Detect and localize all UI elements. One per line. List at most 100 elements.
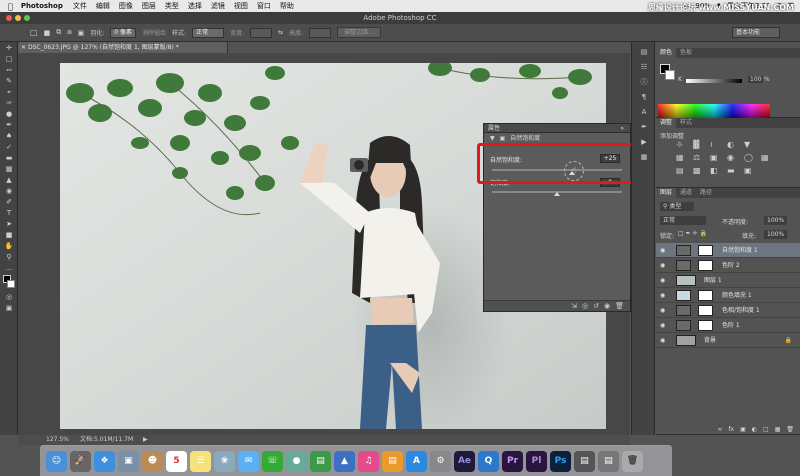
zoom-icon[interactable] <box>24 15 30 21</box>
tab-channels[interactable]: 通道 <box>676 188 696 198</box>
preview-icon[interactable]: ▣ <box>118 450 139 472</box>
tab-swatches[interactable]: 色板 <box>676 48 696 58</box>
notes-icon[interactable]: ☰ <box>190 450 211 472</box>
lasso-tool-icon[interactable]: ∾ <box>4 66 14 75</box>
visibility-eye-icon[interactable]: ◉ <box>660 258 665 273</box>
history-brush-icon[interactable]: ✓ <box>4 143 14 152</box>
pen-tool-icon[interactable]: ✐ <box>4 198 14 207</box>
swap-icon[interactable]: ⇆ <box>278 29 283 36</box>
width-input[interactable] <box>250 27 273 38</box>
layer-row-color-fill[interactable]: ◉ 颜色填充 1 <box>656 288 800 303</box>
opacity-input[interactable]: 100% <box>764 216 788 225</box>
path-select-tool-icon[interactable]: ➤ <box>4 220 14 229</box>
hand-tool-icon[interactable]: ✋ <box>4 242 14 251</box>
layer-row-vibrance[interactable]: ◉ 自然饱和度 1 <box>656 243 800 258</box>
marquee-tool-icon[interactable]: □ <box>30 28 38 37</box>
tab-close-icon[interactable]: ✕ <box>21 42 26 53</box>
tab-color[interactable]: 颜色 <box>656 48 677 58</box>
layer-row-layer-1[interactable]: ◉ 图层 1 <box>656 273 800 288</box>
layer-row-levels-1[interactable]: ◉ 色阶 1 <box>656 318 800 333</box>
keynote-icon[interactable]: ▲ <box>334 450 355 472</box>
minimize-icon[interactable] <box>15 15 21 21</box>
launchpad-icon[interactable]: 🚀 <box>70 450 91 472</box>
trash-icon[interactable]: 🗑 <box>622 450 643 472</box>
k-slider[interactable] <box>686 79 742 83</box>
invert-icon[interactable]: ▤ <box>676 166 688 175</box>
new-group-icon[interactable]: □ <box>763 426 769 433</box>
tab-styles[interactable]: 样式 <box>676 118 696 128</box>
more-tools-icon[interactable]: … <box>4 264 14 273</box>
hue-saturation-icon[interactable]: ▦ <box>676 153 688 162</box>
tab-paths[interactable]: 路径 <box>696 188 716 198</box>
tool-presets-icon[interactable]: ▦ <box>638 153 650 162</box>
appstore-icon[interactable]: A <box>406 450 427 472</box>
safari-icon[interactable]: ❖ <box>94 450 115 472</box>
status-arrow-icon[interactable]: ▶ <box>143 435 148 445</box>
gradient-map-icon[interactable]: ▬ <box>727 166 739 175</box>
photoshop-icon[interactable]: Ps <box>550 450 571 472</box>
quick-select-tool-icon[interactable]: ✎ <box>4 77 14 86</box>
menu-app-name[interactable]: Photoshop <box>21 2 63 10</box>
prelude-icon[interactable]: Pl <box>526 450 547 472</box>
selective-color-icon[interactable]: ▣ <box>744 166 756 175</box>
visibility-icon[interactable]: ◉ <box>604 302 610 310</box>
lock-icons[interactable]: □ ✒ ✛ 🔒 <box>678 230 707 237</box>
downloads-stack-icon[interactable]: ▤ <box>574 450 595 472</box>
menu-select[interactable]: 选择 <box>188 1 202 11</box>
premiere-icon[interactable]: Pr <box>502 450 523 472</box>
k-value[interactable]: 100 <box>748 76 764 83</box>
screen-mode-icon[interactable]: ▣ <box>4 304 14 313</box>
height-input[interactable] <box>309 27 332 38</box>
layer-style-icon[interactable]: fx <box>728 426 734 433</box>
paragraph-icon[interactable]: ¶ <box>638 93 650 102</box>
background-color[interactable] <box>7 280 15 288</box>
view-previous-icon[interactable]: ◎ <box>582 302 588 310</box>
workspace-switcher[interactable]: 基本功能 <box>732 27 780 38</box>
eyedropper-tool-icon[interactable]: ✑ <box>4 99 14 108</box>
feather-input[interactable]: 0 像素 <box>110 27 137 38</box>
menu-layer[interactable]: 图层 <box>142 1 156 11</box>
add-mask-icon[interactable]: ▣ <box>740 426 746 433</box>
refine-edge-button[interactable]: 调整边缘... <box>337 27 381 38</box>
menu-view[interactable]: 视图 <box>234 1 248 11</box>
numbers-icon[interactable]: ▤ <box>310 450 331 472</box>
photos-icon[interactable]: ❀ <box>214 450 235 472</box>
layer-row-background[interactable]: ◉ 背景 🔒 <box>656 333 800 348</box>
color-balance-icon[interactable]: ⚖ <box>693 153 705 162</box>
gradient-tool-icon[interactable]: ▩ <box>4 165 14 174</box>
add-selection-icon[interactable]: ⧉ <box>56 28 61 37</box>
messages-icon[interactable]: ✉ <box>238 450 259 472</box>
color-lookup-icon[interactable]: ▦ <box>761 153 773 162</box>
properties-icon[interactable]: ☷ <box>638 63 650 72</box>
menu-edit[interactable]: 编辑 <box>96 1 110 11</box>
apple-icon[interactable]:  <box>8 2 13 11</box>
eraser-tool-icon[interactable]: ▬ <box>4 154 14 163</box>
subtract-selection-icon[interactable]: ⧈ <box>67 28 71 37</box>
levels-icon[interactable]: ▓ <box>693 140 705 149</box>
new-layer-icon[interactable]: ▦ <box>775 426 781 433</box>
menu-type[interactable]: 类型 <box>165 1 179 11</box>
facetime-icon[interactable]: ☏ <box>262 450 283 472</box>
reset-icon[interactable]: ↺ <box>593 302 599 310</box>
fill-input[interactable]: 100% <box>764 230 788 239</box>
layer-row-hue-saturation[interactable]: ◉ 色相/饱和度 1 <box>656 303 800 318</box>
dodge-tool-icon[interactable]: ◉ <box>4 187 14 196</box>
menu-help[interactable]: 帮助 <box>280 1 294 11</box>
brush-tool-icon[interactable]: ✒ <box>4 121 14 130</box>
photo-filter-icon[interactable]: ◉ <box>727 153 739 162</box>
color-spectrum[interactable] <box>658 104 770 118</box>
finder-icon[interactable]: ☺ <box>46 450 67 472</box>
black-white-icon[interactable]: ▣ <box>710 153 722 162</box>
contacts-icon[interactable]: ☻ <box>142 450 163 472</box>
style-select[interactable]: 正常 <box>192 27 225 38</box>
visibility-eye-icon[interactable]: ◉ <box>660 333 665 348</box>
history-icon[interactable]: ▤ <box>638 48 650 57</box>
menu-image[interactable]: 图像 <box>119 1 133 11</box>
antialias-checkbox[interactable]: 消除锯齿 <box>142 28 166 37</box>
brush-presets-icon[interactable]: ✒ <box>638 123 650 132</box>
clip-to-layer-icon[interactable]: ⇲ <box>571 302 577 310</box>
after-effects-icon[interactable]: Ae <box>454 450 475 472</box>
quick-mask-icon[interactable]: ◎ <box>4 293 14 302</box>
curves-icon[interactable]: ≀ <box>710 140 722 149</box>
color-bg-swatch[interactable] <box>665 70 675 80</box>
